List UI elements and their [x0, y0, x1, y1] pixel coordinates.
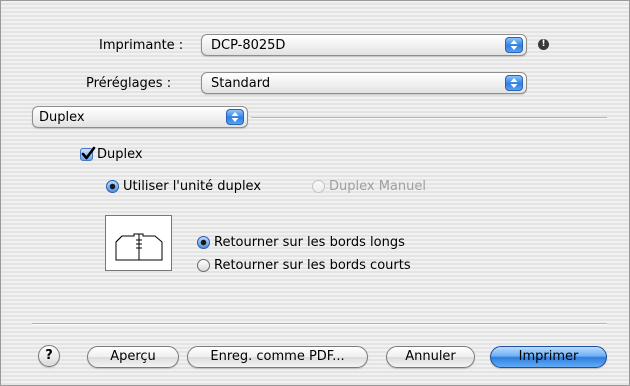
short-edge-radio-label: Retourner sur les bords courts — [214, 258, 411, 273]
duplex-unit-radio[interactable] — [106, 180, 119, 193]
presets-label: Préréglages : — [86, 76, 172, 91]
presets-select-value: Standard — [211, 76, 271, 91]
panel-select[interactable]: Duplex — [32, 106, 248, 128]
print-button[interactable]: Imprimer — [490, 346, 607, 368]
manual-duplex-radio-label: Duplex Manuel — [329, 179, 426, 194]
long-edge-radio[interactable] — [197, 236, 210, 249]
duplex-unit-radio-label: Utiliser l'unité duplex — [123, 179, 262, 194]
panel-divider — [251, 117, 607, 119]
printer-select-value: DCP-8025D — [211, 38, 286, 53]
printer-label: Imprimante : — [99, 38, 184, 53]
long-edge-radio-label: Retourner sur les bords longs — [214, 235, 405, 250]
bottom-divider — [32, 323, 607, 325]
help-button[interactable]: ? — [38, 345, 60, 367]
cancel-button[interactable]: Annuler — [386, 346, 475, 368]
short-edge-radio[interactable] — [197, 259, 210, 272]
panel-select-value: Duplex — [39, 110, 85, 125]
manual-duplex-radio[interactable] — [312, 180, 325, 193]
exclamation-icon: ! — [538, 39, 549, 50]
duplex-long-edge-icon — [105, 215, 172, 271]
presets-select[interactable]: Standard — [201, 72, 527, 94]
updown-arrows-icon — [505, 37, 523, 53]
duplex-checkbox-label: Duplex — [97, 147, 143, 162]
print-dialog: Imprimante : DCP-8025D ! Préréglages : S… — [0, 0, 630, 386]
updown-arrows-icon — [505, 75, 523, 91]
save-as-pdf-button[interactable]: Enreg. comme PDF... — [187, 346, 368, 368]
updown-arrows-icon — [226, 109, 244, 125]
preview-button[interactable]: Aperçu — [87, 346, 179, 368]
duplex-checkbox[interactable] — [80, 146, 96, 161]
printer-select[interactable]: DCP-8025D — [201, 34, 527, 56]
